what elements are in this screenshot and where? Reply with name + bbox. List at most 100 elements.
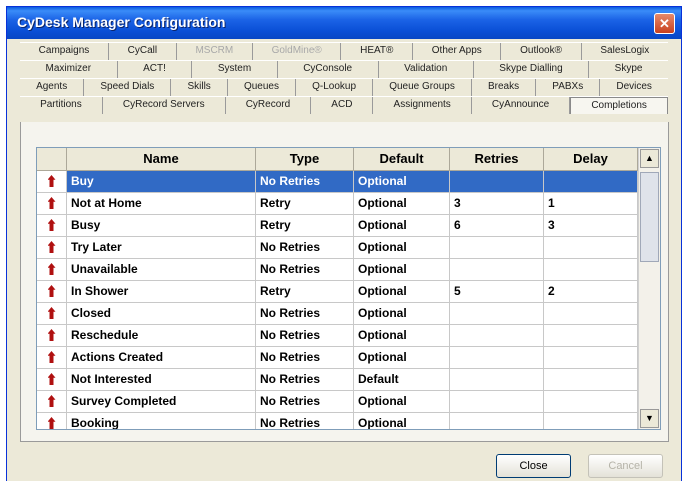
cell-delay[interactable] (544, 171, 638, 192)
tab-pabxs[interactable]: PABXs (536, 79, 601, 96)
cell-retries[interactable]: 5 (450, 281, 544, 302)
header-type[interactable]: Type (256, 148, 354, 170)
header-default[interactable]: Default (354, 148, 450, 170)
cell-default[interactable]: Optional (354, 193, 450, 214)
vertical-scrollbar[interactable]: ▲ ▼ (638, 148, 660, 429)
cell-name[interactable]: Not at Home (67, 193, 256, 214)
cell-delay[interactable] (544, 237, 638, 258)
close-icon[interactable]: ✕ (654, 13, 675, 34)
tab-heat[interactable]: HEAT® (341, 43, 414, 60)
cell-default[interactable]: Optional (354, 347, 450, 368)
close-button[interactable]: Close (496, 454, 571, 478)
cell-retries[interactable] (450, 171, 544, 192)
table-row[interactable]: Try Later No Retries Optional (37, 237, 638, 259)
cell-type[interactable]: No Retries (256, 347, 354, 368)
table-row[interactable]: Booking No Retries Optional (37, 413, 638, 429)
table-row[interactable]: Closed No Retries Optional (37, 303, 638, 325)
tab-breaks[interactable]: Breaks (472, 79, 537, 96)
cancel-button[interactable]: Cancel (588, 454, 663, 478)
tab-cyrecord-servers[interactable]: CyRecord Servers (103, 97, 226, 114)
tab-queue-groups[interactable]: Queue Groups (373, 79, 472, 96)
tab-other-apps[interactable]: Other Apps (413, 43, 502, 60)
cell-default[interactable]: Optional (354, 325, 450, 346)
cell-type[interactable]: No Retries (256, 325, 354, 346)
cell-name[interactable]: Unavailable (67, 259, 256, 280)
cell-retries[interactable] (450, 347, 544, 368)
tab-validation[interactable]: Validation (379, 61, 474, 78)
tab-maximizer[interactable]: Maximizer (20, 61, 118, 78)
cell-default[interactable]: Optional (354, 259, 450, 280)
cell-default[interactable]: Optional (354, 171, 450, 192)
table-row[interactable]: Not at Home Retry Optional 3 1 (37, 193, 638, 215)
cell-delay[interactable] (544, 303, 638, 324)
tab-campaigns[interactable]: Campaigns (20, 43, 109, 60)
cell-default[interactable]: Optional (354, 303, 450, 324)
tab-act[interactable]: ACT! (118, 61, 193, 78)
cell-name[interactable]: Booking (67, 413, 256, 429)
cell-retries[interactable] (450, 413, 544, 429)
tab-skype[interactable]: Skype (589, 61, 668, 78)
table-row[interactable]: Not Interested No Retries Default (37, 369, 638, 391)
cell-delay[interactable]: 1 (544, 193, 638, 214)
cell-name[interactable]: Try Later (67, 237, 256, 258)
table-row[interactable]: Actions Created No Retries Optional (37, 347, 638, 369)
header-delay[interactable]: Delay (544, 148, 638, 170)
tab-speed-dials[interactable]: Speed Dials (84, 79, 172, 96)
cell-delay[interactable] (544, 369, 638, 390)
cell-retries[interactable] (450, 237, 544, 258)
cell-name[interactable]: Survey Completed (67, 391, 256, 412)
tab-saleslogix[interactable]: SalesLogix (582, 43, 668, 60)
header-name[interactable]: Name (67, 148, 256, 170)
cell-name[interactable]: Busy (67, 215, 256, 236)
cell-default[interactable]: Optional (354, 391, 450, 412)
cell-delay[interactable] (544, 413, 638, 429)
cell-retries[interactable] (450, 303, 544, 324)
cell-type[interactable]: No Retries (256, 413, 354, 429)
cell-type[interactable]: No Retries (256, 237, 354, 258)
cell-retries[interactable] (450, 369, 544, 390)
tab-partitions[interactable]: Partitions (20, 97, 103, 114)
tab-outlook[interactable]: Outlook® (501, 43, 582, 60)
cell-retries[interactable] (450, 391, 544, 412)
table-row[interactable]: Unavailable No Retries Optional (37, 259, 638, 281)
cell-type[interactable]: No Retries (256, 171, 354, 192)
cell-delay[interactable] (544, 347, 638, 368)
cell-name[interactable]: Buy (67, 171, 256, 192)
table-row[interactable]: Buy No Retries Optional (37, 171, 638, 193)
cell-name[interactable]: In Shower (67, 281, 256, 302)
scroll-thumb[interactable] (640, 172, 659, 262)
table-row[interactable]: Reschedule No Retries Optional (37, 325, 638, 347)
cell-name[interactable]: Not Interested (67, 369, 256, 390)
table-row[interactable]: Survey Completed No Retries Optional (37, 391, 638, 413)
cell-name[interactable]: Closed (67, 303, 256, 324)
table-row[interactable]: In Shower Retry Optional 5 2 (37, 281, 638, 303)
cell-retries[interactable]: 6 (450, 215, 544, 236)
cell-default[interactable]: Optional (354, 281, 450, 302)
tab-assignments[interactable]: Assignments (373, 97, 472, 114)
cell-type[interactable]: Retry (256, 215, 354, 236)
tab-devices[interactable]: Devices (600, 79, 668, 96)
cell-delay[interactable]: 2 (544, 281, 638, 302)
cell-name[interactable]: Actions Created (67, 347, 256, 368)
scroll-down-icon[interactable]: ▼ (640, 409, 659, 428)
cell-default[interactable]: Optional (354, 237, 450, 258)
tab-cyconsole[interactable]: CyConsole (278, 61, 379, 78)
cell-type[interactable]: No Retries (256, 303, 354, 324)
cell-retries[interactable] (450, 325, 544, 346)
cell-type[interactable]: No Retries (256, 259, 354, 280)
cell-delay[interactable]: 3 (544, 215, 638, 236)
tab-q-lookup[interactable]: Q-Lookup (296, 79, 374, 96)
cell-type[interactable]: No Retries (256, 369, 354, 390)
cell-default[interactable]: Optional (354, 413, 450, 429)
tab-skills[interactable]: Skills (171, 79, 228, 96)
tab-cyrecord[interactable]: CyRecord (226, 97, 312, 114)
tab-cycall[interactable]: CyCall (109, 43, 177, 60)
scroll-up-icon[interactable]: ▲ (640, 149, 659, 168)
table-row[interactable]: Busy Retry Optional 6 3 (37, 215, 638, 237)
tab-completions[interactable]: Completions (570, 97, 668, 114)
cell-default[interactable]: Default (354, 369, 450, 390)
cell-name[interactable]: Reschedule (67, 325, 256, 346)
cell-delay[interactable] (544, 259, 638, 280)
cell-retries[interactable]: 3 (450, 193, 544, 214)
tab-queues[interactable]: Queues (228, 79, 297, 96)
